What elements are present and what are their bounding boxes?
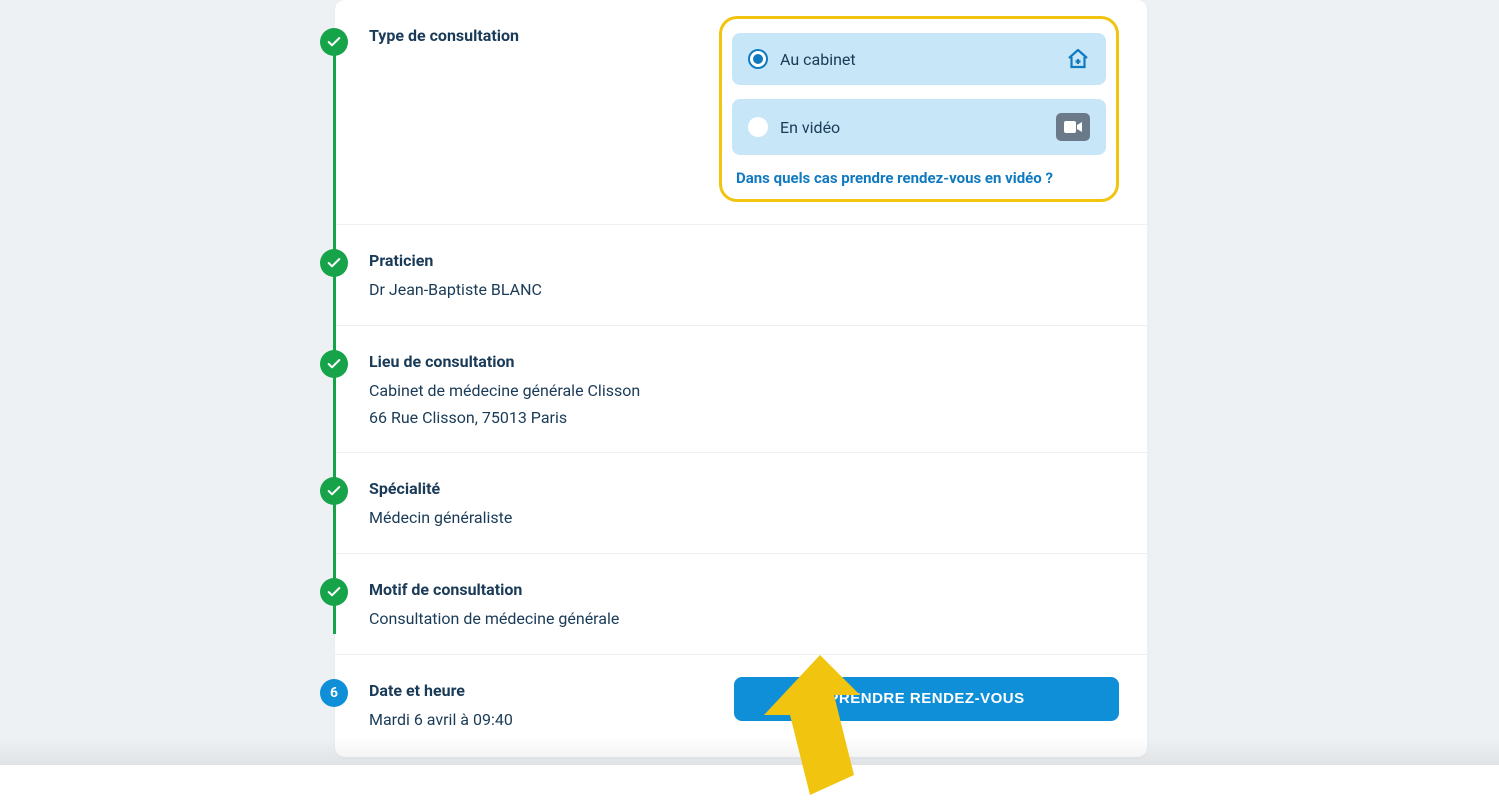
option-au-cabinet[interactable]: Au cabinet xyxy=(732,33,1106,85)
video-help-link[interactable]: Dans quels cas prendre rendez-vous en vi… xyxy=(732,169,1106,187)
step-title: Spécialité xyxy=(369,479,1119,498)
consultation-type-highlight: Au cabinet En vidéo xyxy=(719,16,1119,202)
location-line2: 66 Rue Clisson, 75013 Paris xyxy=(369,406,1119,431)
step-check-icon xyxy=(320,350,348,378)
step-check-icon xyxy=(320,578,348,606)
option-label: En vidéo xyxy=(780,118,1044,137)
practitioner-name: Dr Jean-Baptiste BLANC xyxy=(369,278,1119,303)
step-title: Type de consultation xyxy=(369,26,705,45)
page-bottom-shadow xyxy=(0,737,1499,765)
video-icon xyxy=(1056,113,1090,141)
step-consultation-type: Type de consultation Au cabinet xyxy=(335,0,1147,225)
specialty-value: Médecin généraliste xyxy=(369,506,1119,531)
step-check-icon xyxy=(320,28,348,56)
step-title: Lieu de consultation xyxy=(369,352,1119,371)
steps-connector xyxy=(333,44,336,634)
step-check-icon xyxy=(320,477,348,505)
location-line1: Cabinet de médecine générale Clisson xyxy=(369,379,1119,404)
option-label: Au cabinet xyxy=(780,50,1054,69)
page-bottom-bar xyxy=(0,765,1499,801)
book-appointment-button[interactable]: PRENDRE RENDEZ-VOUS xyxy=(734,677,1119,721)
house-medical-icon xyxy=(1066,47,1090,71)
step-title: Motif de consultation xyxy=(369,580,1119,599)
option-en-video[interactable]: En vidéo xyxy=(732,99,1106,155)
step-title: Date et heure xyxy=(369,681,705,700)
step-datetime: 6 Date et heure Mardi 6 avril à 09:40 PR… xyxy=(335,655,1147,743)
reason-value: Consultation de médecine générale xyxy=(369,607,1119,632)
booking-summary-card: Type de consultation Au cabinet xyxy=(335,0,1147,757)
step-check-icon xyxy=(320,249,348,277)
radio-unselected-icon xyxy=(748,117,768,137)
step-reason: Motif de consultation Consultation de mé… xyxy=(335,554,1147,655)
step-specialty: Spécialité Médecin généraliste xyxy=(335,453,1147,554)
datetime-value: Mardi 6 avril à 09:40 xyxy=(369,708,705,733)
radio-selected-icon xyxy=(748,49,768,69)
step-practitioner: Praticien Dr Jean-Baptiste BLANC xyxy=(335,225,1147,326)
step-location: Lieu de consultation Cabinet de médecine… xyxy=(335,326,1147,454)
step-number-badge: 6 xyxy=(320,679,348,707)
step-title: Praticien xyxy=(369,251,1119,270)
